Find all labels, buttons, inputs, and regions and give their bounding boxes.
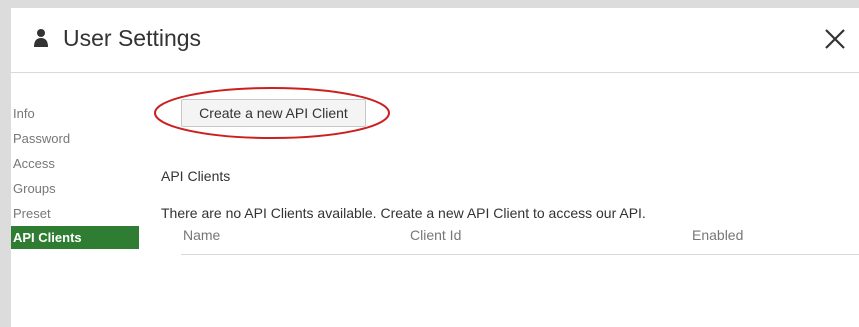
create-api-client-button[interactable]: Create a new API Client [181, 99, 366, 127]
sidebar-item-info[interactable]: Info [11, 101, 139, 126]
sidebar-item-api-clients[interactable]: API Clients [11, 226, 139, 249]
sidebar-item-preset[interactable]: Preset [11, 201, 139, 226]
sidebar-item-password[interactable]: Password [11, 126, 139, 151]
api-clients-table-header: Name Client Id Enabled [181, 227, 859, 255]
sidebar-item-groups[interactable]: Groups [11, 176, 139, 201]
section-title: API Clients [161, 168, 231, 184]
page-title: User Settings [63, 25, 202, 51]
column-header-enabled[interactable]: Enabled [692, 227, 743, 243]
user-icon [34, 29, 48, 47]
settings-header: User Settings [11, 8, 859, 73]
close-icon[interactable] [823, 27, 847, 51]
column-header-client-id[interactable]: Client Id [410, 227, 461, 243]
settings-sidebar: Info Password Access Groups Preset API C… [11, 101, 139, 249]
column-header-name[interactable]: Name [183, 227, 220, 243]
empty-state-message: There are no API Clients available. Crea… [161, 205, 646, 221]
sidebar-item-access[interactable]: Access [11, 151, 139, 176]
